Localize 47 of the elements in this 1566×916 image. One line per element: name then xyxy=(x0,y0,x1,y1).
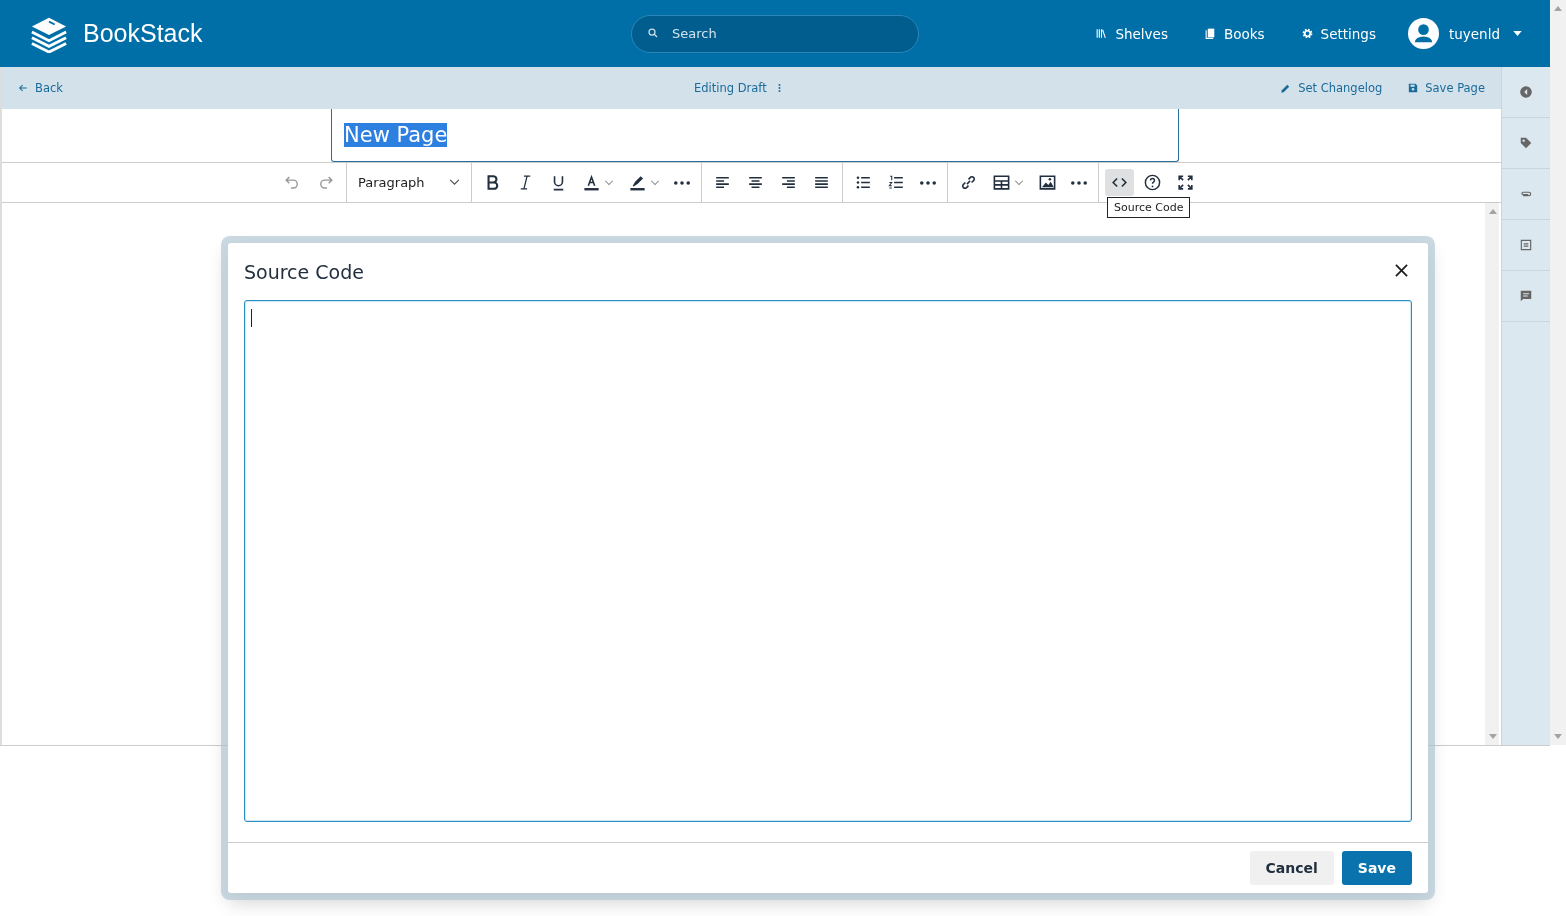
pencil-icon xyxy=(1280,82,1292,94)
save-page-button[interactable]: Save Page xyxy=(1408,81,1485,95)
more-icon xyxy=(674,180,690,185)
link-icon xyxy=(959,173,978,192)
cancel-button[interactable]: Cancel xyxy=(1249,851,1334,885)
tooltip: Source Code xyxy=(1107,197,1191,218)
nav-link[interactable]: Settings xyxy=(1300,25,1376,42)
nav-link[interactable]: Books xyxy=(1203,25,1265,42)
more-vertical-icon xyxy=(777,83,781,93)
app-name[interactable]: BookStack xyxy=(83,19,203,48)
fullscreen-icon xyxy=(1176,173,1195,192)
save-button[interactable]: Save xyxy=(1341,851,1412,885)
chevron-down-icon xyxy=(1014,179,1024,186)
highlighter-icon xyxy=(628,173,647,192)
code-input-field[interactable] xyxy=(244,300,1412,822)
search-icon xyxy=(647,26,659,39)
nav-link[interactable]: Shelves xyxy=(1095,25,1168,42)
more-icon xyxy=(1071,180,1087,185)
image-icon xyxy=(1038,173,1057,192)
settings-icon xyxy=(1300,27,1314,40)
avatar-icon xyxy=(1407,18,1439,49)
arrow-left-icon xyxy=(18,83,28,93)
format-select[interactable]: Paragraph xyxy=(353,175,465,190)
shelves-icon xyxy=(1095,27,1109,40)
back-link[interactable]: Back xyxy=(18,81,63,95)
chevron-down-icon xyxy=(604,179,614,186)
toolbar-button[interactable] xyxy=(1105,169,1134,196)
set-changelog-button[interactable]: Set Changelog xyxy=(1280,81,1383,95)
collapse-icon xyxy=(1519,85,1533,99)
draft-status-menu[interactable]: Editing Draft xyxy=(694,81,781,95)
dialog-title: Source Code xyxy=(244,260,364,283)
table-icon xyxy=(992,173,1011,192)
text-color-icon xyxy=(582,173,601,192)
help-icon xyxy=(1143,173,1162,192)
tag-icon xyxy=(1519,136,1533,150)
close-icon xyxy=(1395,263,1408,277)
chevron-down-icon xyxy=(650,179,660,186)
caret-icon xyxy=(1513,31,1522,36)
book-icon xyxy=(1203,27,1217,40)
numbered-list-icon xyxy=(887,173,906,192)
more-icon xyxy=(920,180,936,185)
template-icon xyxy=(1519,238,1533,252)
chevron-down-icon xyxy=(449,179,460,186)
page-title-field[interactable]: New Page xyxy=(331,109,1179,162)
user-menu[interactable]: tuyenld xyxy=(1407,18,1522,49)
search-field[interactable]: Search xyxy=(631,14,919,53)
comment-icon xyxy=(1519,289,1533,303)
